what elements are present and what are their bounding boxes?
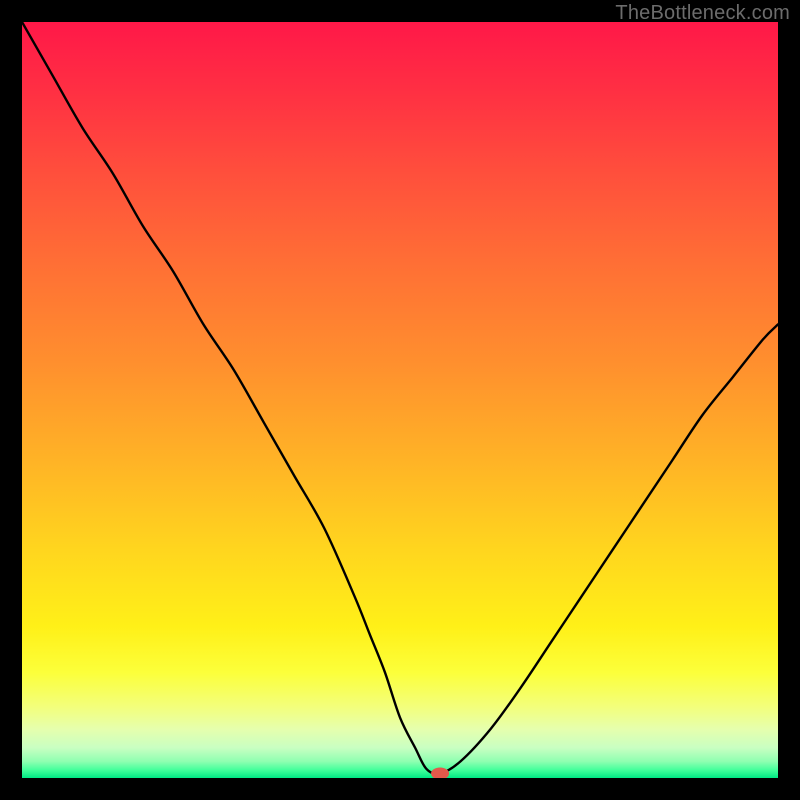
chart-svg xyxy=(22,22,778,778)
chart-background xyxy=(22,22,778,778)
watermark-text: TheBottleneck.com xyxy=(615,2,790,25)
chart-plot-area xyxy=(22,22,778,778)
chart-frame: TheBottleneck.com xyxy=(0,0,800,800)
